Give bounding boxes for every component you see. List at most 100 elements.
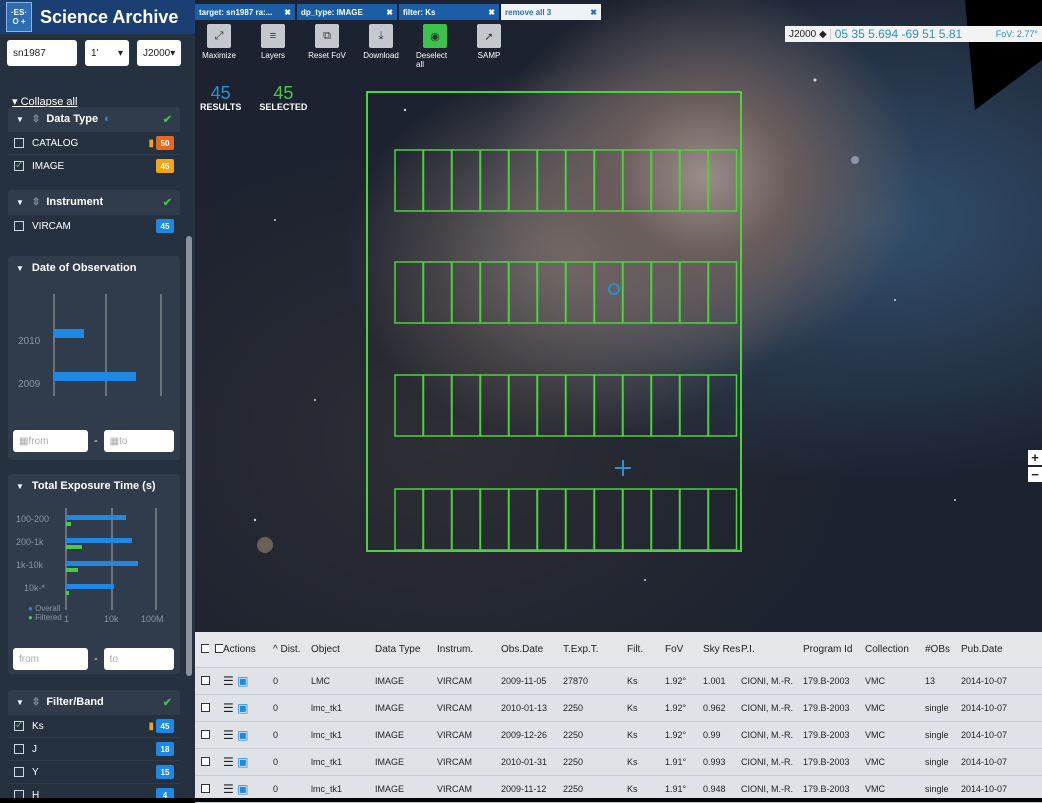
- tile-footprints[interactable]: [394, 149, 738, 551]
- tile-footprint[interactable]: [536, 261, 567, 324]
- menu-icon[interactable]: ☰: [223, 674, 237, 688]
- checkbox[interactable]: [201, 702, 210, 712]
- image-preview-icon[interactable]: ▣: [237, 755, 248, 769]
- tile-footprint[interactable]: [479, 488, 510, 551]
- column-header[interactable]: Actions: [223, 644, 273, 655]
- checkbox[interactable]: [201, 756, 210, 766]
- tile-footprint[interactable]: [508, 149, 538, 212]
- header-checkbox[interactable]: [209, 643, 223, 656]
- checkbox[interactable]: [14, 138, 24, 148]
- row-checkbox-cell[interactable]: [195, 675, 223, 687]
- tab-filter[interactable]: filter: Ks ✖: [399, 4, 499, 20]
- download-button[interactable]: ⤓ Download: [362, 24, 400, 69]
- tile-footprint[interactable]: [707, 261, 738, 324]
- menu-icon[interactable]: ☰: [223, 755, 237, 769]
- image-preview-icon[interactable]: ▣: [237, 674, 248, 688]
- date-from-input[interactable]: ▦ from: [13, 430, 88, 452]
- image-preview-icon[interactable]: ▣: [237, 701, 248, 715]
- frame-select[interactable]: J2000 ◆: [789, 28, 831, 40]
- close-icon[interactable]: ✖: [488, 8, 495, 17]
- tile-footprint[interactable]: [508, 374, 538, 437]
- toggle-icon[interactable]: ◐: [104, 113, 111, 125]
- tile-footprint[interactable]: [565, 149, 595, 212]
- sky-map[interactable]: [195, 0, 1042, 632]
- tab-remove-all[interactable]: remove all 3 ✖: [501, 4, 601, 20]
- filter-header[interactable]: ▼ ⇳ Filter/Band ✔: [8, 690, 180, 714]
- checkbox-checked[interactable]: ✓: [14, 721, 24, 731]
- facet-row[interactable]: CATALOG ▮ 50: [8, 132, 180, 154]
- zoom-out-button[interactable]: −: [1028, 467, 1042, 482]
- tile-footprint[interactable]: [593, 374, 624, 437]
- chevron-down-icon[interactable]: ✔: [163, 113, 172, 126]
- facet-row[interactable]: ✓ IMAGE 45: [8, 155, 180, 177]
- close-icon[interactable]: ✖: [590, 8, 597, 17]
- tile-footprint[interactable]: [565, 374, 595, 437]
- facet-row[interactable]: VIRCAM 45: [8, 215, 180, 237]
- column-header[interactable]: Object: [311, 644, 375, 655]
- column-header[interactable]: Pub.Date: [961, 644, 1021, 655]
- column-header[interactable]: Sky Res: [703, 644, 741, 655]
- coord-system-select[interactable]: J2000 ▾: [137, 40, 181, 66]
- tile-footprint[interactable]: [451, 149, 481, 212]
- image-preview-icon[interactable]: ▣: [237, 782, 248, 796]
- column-header[interactable]: FoV: [665, 644, 703, 655]
- zoom-in-button[interactable]: +: [1028, 450, 1042, 465]
- tile-footprint[interactable]: [707, 374, 738, 437]
- tile-footprint[interactable]: [479, 374, 510, 437]
- tile-footprint[interactable]: [622, 149, 652, 212]
- target-input[interactable]: sn1987: [7, 40, 77, 66]
- column-header[interactable]: P.I.: [741, 644, 803, 655]
- column-header[interactable]: ^ Dist.: [273, 644, 311, 655]
- table-row[interactable]: ☰ ▣ 0 lmc_tk1 IMAGE VIRCAM 2010-01-13 2250 Ks 1.…: [195, 695, 1042, 722]
- checkbox[interactable]: [14, 221, 24, 231]
- menu-icon[interactable]: ☰: [223, 782, 237, 796]
- deselect-all-button[interactable]: ◉ Deselect all: [416, 24, 454, 69]
- tab-dp-type[interactable]: dp_type: IMAGE ✖: [297, 4, 397, 20]
- column-header[interactable]: #OBs: [925, 644, 961, 655]
- samp-button[interactable]: ➚ SAMP: [470, 24, 508, 69]
- facet-row[interactable]: H4: [8, 784, 180, 798]
- eso-logo[interactable]: ·ES· O +: [6, 2, 32, 32]
- date-header[interactable]: ▼ Date of Observation: [8, 256, 180, 280]
- row-checkbox-cell[interactable]: [195, 756, 223, 768]
- tile-footprint[interactable]: [451, 488, 481, 551]
- sidebar-scrollbar[interactable]: [186, 236, 192, 676]
- table-row[interactable]: ☰ ▣ 0 lmc_tk1 IMAGE VIRCAM 2009-11-12 2250 Ks 1.…: [195, 776, 1042, 803]
- tile-footprint[interactable]: [451, 374, 481, 437]
- tile-footprint[interactable]: [622, 261, 652, 324]
- checkbox[interactable]: [201, 729, 210, 739]
- tile-footprint[interactable]: [422, 149, 453, 212]
- column-header[interactable]: Filt.: [627, 644, 665, 655]
- column-header[interactable]: T.Exp.T.: [563, 644, 627, 655]
- table-row[interactable]: ☰ ▣ 0 LMC IMAGE VIRCAM 2009-11-05 27870 Ks 1.92°…: [195, 668, 1042, 695]
- sort-icon[interactable]: ⇳: [32, 114, 40, 125]
- tile-footprint[interactable]: [536, 488, 567, 551]
- exposure-to-input[interactable]: to: [103, 648, 174, 670]
- chevron-down-icon[interactable]: ✔: [163, 196, 172, 209]
- sort-icon[interactable]: ⇳: [32, 197, 40, 208]
- column-header[interactable]: Collection: [865, 644, 925, 655]
- table-row[interactable]: ☰ ▣ 0 lmc_tk1 IMAGE VIRCAM 2009-12-26 2250 Ks 1.…: [195, 722, 1042, 749]
- tile-footprint[interactable]: [394, 149, 424, 212]
- maximize-button[interactable]: ⤢ Maximize: [200, 24, 238, 69]
- tile-footprint[interactable]: [565, 261, 595, 324]
- checkbox-checked[interactable]: ✓: [14, 161, 24, 171]
- tile-footprint[interactable]: [422, 261, 453, 324]
- facet-row[interactable]: Y 15: [8, 761, 180, 783]
- tile-footprint[interactable]: [479, 261, 510, 324]
- tile-footprint[interactable]: [593, 488, 624, 551]
- reset-fov-button[interactable]: ⧉ Reset FoV: [308, 24, 346, 69]
- checkbox[interactable]: [215, 643, 223, 653]
- row-checkbox-cell[interactable]: [195, 783, 223, 795]
- tile-footprint[interactable]: [394, 374, 424, 437]
- tile-footprint[interactable]: [451, 261, 481, 324]
- exposure-header[interactable]: ▼ Total Exposure Time (s): [8, 474, 180, 498]
- checkbox[interactable]: [14, 744, 24, 754]
- tile-footprint[interactable]: [650, 149, 681, 212]
- date-to-input[interactable]: ▦ to: [103, 430, 174, 452]
- menu-icon[interactable]: ☰: [223, 728, 237, 742]
- tile-footprint[interactable]: [650, 374, 681, 437]
- tile-footprint[interactable]: [422, 374, 453, 437]
- tile-footprint[interactable]: [679, 261, 709, 324]
- tile-footprint[interactable]: [593, 149, 624, 212]
